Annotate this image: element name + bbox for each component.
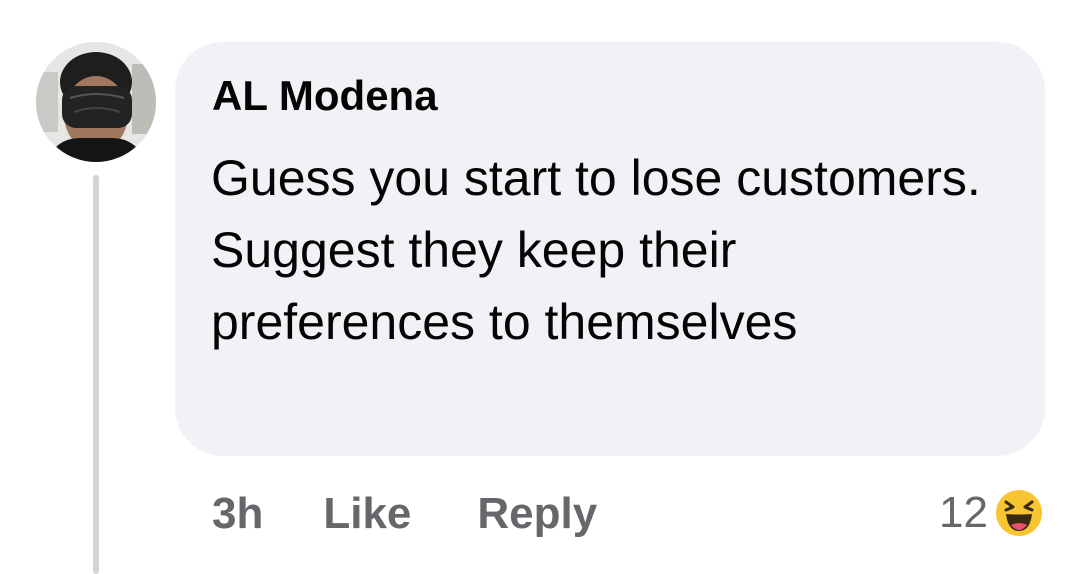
reaction-summary[interactable]: 12 bbox=[939, 484, 1046, 542]
comment-author[interactable]: AL Modena bbox=[212, 68, 438, 124]
comment-timestamp[interactable]: 3h bbox=[212, 489, 263, 539]
comment-actions: 3h Like Reply bbox=[212, 482, 597, 546]
thread-line bbox=[93, 175, 99, 574]
haha-emoji-icon bbox=[993, 487, 1045, 539]
reply-button[interactable]: Reply bbox=[477, 489, 597, 539]
avatar-photo bbox=[36, 42, 156, 162]
like-button[interactable]: Like bbox=[323, 489, 411, 539]
comment-text: Guess you start to lose customers. Sugge… bbox=[211, 150, 981, 350]
reaction-count: 12 bbox=[939, 488, 988, 537]
avatar[interactable] bbox=[36, 42, 156, 162]
